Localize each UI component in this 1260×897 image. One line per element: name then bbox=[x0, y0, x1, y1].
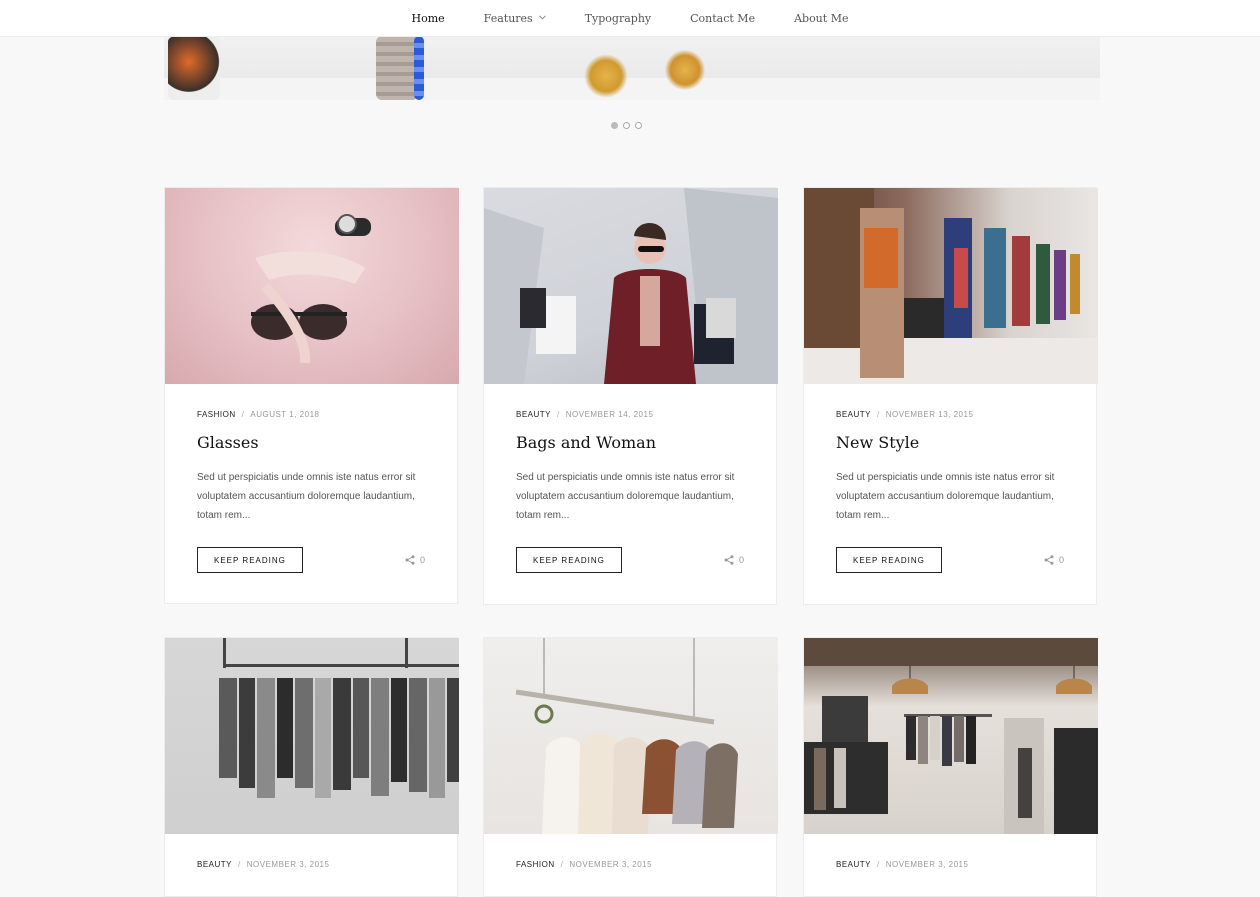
keep-reading-button[interactable]: KEEP READING bbox=[836, 547, 942, 573]
meta-separator: / bbox=[560, 860, 564, 869]
post-card: BEAUTY / NOVEMBER 3, 2015 bbox=[164, 637, 459, 897]
post-meta: BEAUTY / NOVEMBER 3, 2015 bbox=[197, 860, 425, 869]
nav-item-features[interactable]: Features bbox=[464, 12, 565, 25]
post-excerpt: Sed ut perspiciatis unde omnis iste natu… bbox=[197, 472, 416, 521]
post-image-runway[interactable] bbox=[804, 188, 1098, 384]
post-image-clothes-rack[interactable] bbox=[165, 638, 459, 834]
slide-shape bbox=[414, 36, 424, 100]
post-body: FASHION / NOVEMBER 3, 2015 bbox=[484, 834, 776, 869]
meta-separator: / bbox=[241, 410, 245, 419]
share-count: 0 bbox=[738, 555, 744, 565]
post-card: FASHION / AUGUST 1, 2018 Glasses Sed ut pe… bbox=[164, 187, 459, 604]
keep-reading-button[interactable]: KEEP READING bbox=[516, 547, 622, 573]
post-category[interactable]: BEAUTY bbox=[836, 860, 871, 869]
post-meta: BEAUTY / NOVEMBER 3, 2015 bbox=[836, 860, 1064, 869]
share-button[interactable]: 0 bbox=[724, 555, 744, 565]
slide-shape bbox=[376, 36, 418, 100]
post-body: BEAUTY / NOVEMBER 13, 2015 New Style Sed u… bbox=[804, 384, 1096, 573]
post-image-glasses[interactable] bbox=[165, 188, 459, 384]
post-meta: BEAUTY / NOVEMBER 13, 2015 bbox=[836, 410, 1064, 419]
post-image-art bbox=[515, 638, 738, 834]
post-category[interactable]: BEAUTY bbox=[516, 410, 551, 419]
post-card: BEAUTY / NOVEMBER 3, 2015 bbox=[803, 637, 1098, 897]
nav-label: Contact Me bbox=[690, 11, 756, 25]
nav-item-about-me[interactable]: About Me bbox=[775, 12, 868, 25]
post-excerpt: Sed ut perspiciatis unde omnis iste natu… bbox=[516, 472, 735, 521]
post-category[interactable]: FASHION bbox=[516, 860, 555, 869]
post-footer: KEEP READING 0 bbox=[197, 547, 425, 573]
slide-shape bbox=[168, 36, 220, 100]
post-image-clothes-hanger[interactable] bbox=[484, 638, 778, 834]
nav-label: Features bbox=[483, 11, 533, 25]
post-date: AUGUST 1, 2018 bbox=[250, 410, 320, 419]
post-date: NOVEMBER 3, 2015 bbox=[569, 860, 653, 869]
post-card: BEAUTY / NOVEMBER 14, 2015 Bags and Woman … bbox=[483, 187, 778, 605]
meta-separator: / bbox=[557, 410, 560, 419]
slider-dots bbox=[611, 122, 642, 129]
nav-label: About Me bbox=[794, 11, 849, 25]
post-date: NOVEMBER 3, 2015 bbox=[246, 860, 330, 869]
slider-dot[interactable] bbox=[611, 122, 618, 129]
post-category[interactable]: BEAUTY bbox=[836, 410, 871, 419]
top-navigation: Home Features Typography Contact Me Abou… bbox=[0, 0, 1260, 37]
share-button[interactable]: 0 bbox=[405, 555, 425, 565]
nav-label: Typography bbox=[584, 11, 652, 25]
meta-separator: / bbox=[877, 410, 880, 419]
post-image-art bbox=[219, 638, 459, 798]
post-body: BEAUTY / NOVEMBER 14, 2015 Bags and Woman … bbox=[484, 384, 776, 573]
post-meta: BEAUTY / NOVEMBER 14, 2015 bbox=[516, 410, 744, 419]
nav-item-contact-me[interactable]: Contact Me bbox=[671, 12, 775, 25]
post-title[interactable]: Bags and Woman bbox=[516, 433, 744, 452]
share-icon bbox=[724, 555, 734, 565]
share-button[interactable]: 0 bbox=[1044, 555, 1064, 565]
share-icon bbox=[1044, 555, 1054, 565]
post-body: BEAUTY / NOVEMBER 3, 2015 bbox=[165, 834, 457, 869]
post-title[interactable]: Glasses bbox=[197, 433, 425, 452]
post-footer: KEEP READING 0 bbox=[836, 547, 1064, 573]
post-image-art bbox=[484, 188, 778, 384]
slider-floor bbox=[164, 78, 1100, 100]
featured-slider-image[interactable] bbox=[164, 36, 1100, 100]
slide-shape bbox=[664, 50, 706, 90]
post-date: NOVEMBER 13, 2015 bbox=[885, 410, 974, 419]
post-card: BEAUTY / NOVEMBER 13, 2015 New Style Sed u… bbox=[803, 187, 1098, 605]
post-title[interactable]: New Style bbox=[836, 433, 1064, 452]
share-count: 0 bbox=[1058, 555, 1064, 565]
post-card: FASHION / NOVEMBER 3, 2015 bbox=[483, 637, 778, 897]
post-date: NOVEMBER 3, 2015 bbox=[885, 860, 969, 869]
post-body: BEAUTY / NOVEMBER 3, 2015 bbox=[804, 834, 1096, 869]
post-image-art bbox=[804, 188, 1098, 384]
post-image-art bbox=[804, 638, 1098, 834]
nav-label: Home bbox=[411, 11, 445, 25]
slide-shape bbox=[584, 54, 628, 98]
meta-separator: / bbox=[238, 860, 241, 869]
post-body: FASHION / AUGUST 1, 2018 Glasses Sed ut pe… bbox=[165, 384, 457, 573]
post-image-bags[interactable] bbox=[484, 188, 778, 384]
slider-dot[interactable] bbox=[623, 122, 630, 129]
post-meta: FASHION / AUGUST 1, 2018 bbox=[197, 410, 425, 419]
post-image-art bbox=[251, 214, 371, 364]
post-excerpt: Sed ut perspiciatis unde omnis iste natu… bbox=[836, 472, 1055, 521]
post-image-clothing-store[interactable] bbox=[804, 638, 1098, 834]
meta-separator: / bbox=[877, 860, 880, 869]
post-date: NOVEMBER 14, 2015 bbox=[565, 410, 654, 419]
chevron-down-icon bbox=[538, 14, 546, 22]
post-category[interactable]: BEAUTY bbox=[197, 860, 232, 869]
post-meta: FASHION / NOVEMBER 3, 2015 bbox=[516, 860, 744, 869]
nav-item-home[interactable]: Home bbox=[392, 12, 464, 25]
post-footer: KEEP READING 0 bbox=[516, 547, 744, 573]
share-icon bbox=[405, 555, 415, 565]
nav-item-typography[interactable]: Typography bbox=[565, 12, 670, 25]
post-category[interactable]: FASHION bbox=[197, 410, 236, 419]
nav-menu: Home Features Typography Contact Me Abou… bbox=[392, 12, 868, 25]
slider-dot[interactable] bbox=[635, 122, 642, 129]
keep-reading-button[interactable]: KEEP READING bbox=[197, 547, 303, 573]
share-count: 0 bbox=[419, 555, 425, 565]
